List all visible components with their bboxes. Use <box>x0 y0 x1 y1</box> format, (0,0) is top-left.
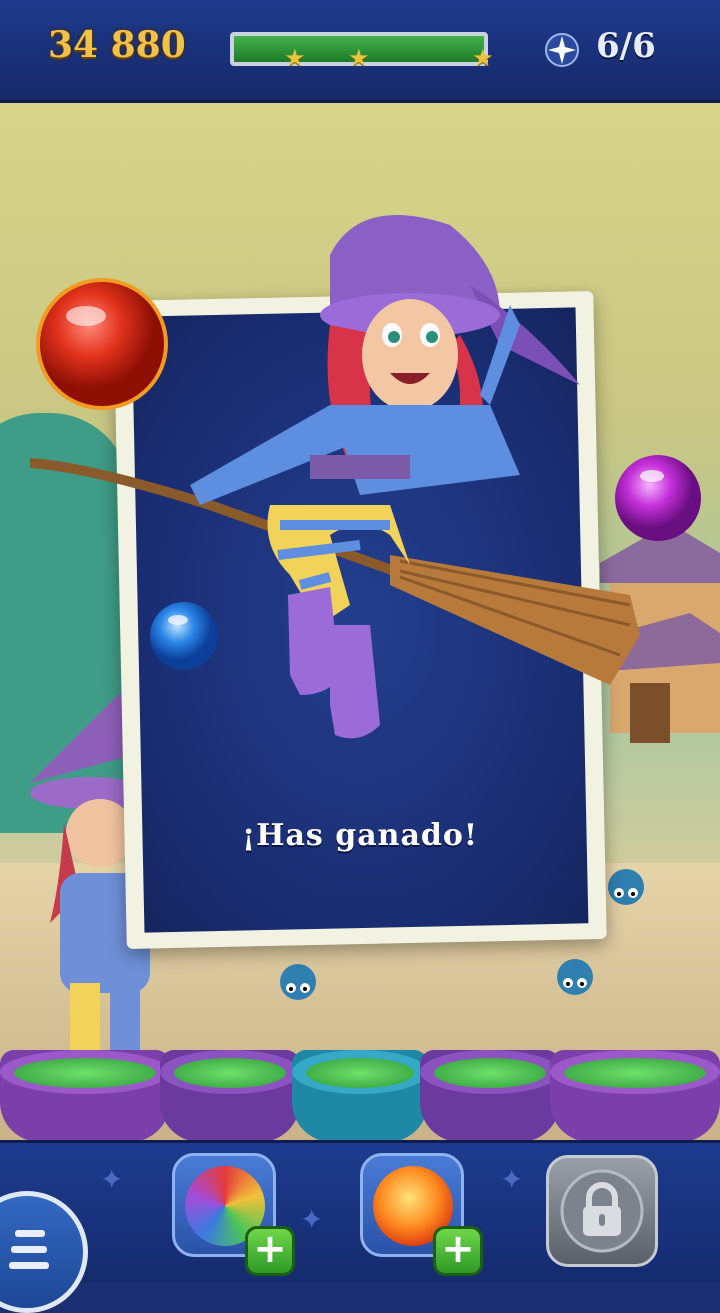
booster-bar: ✦ ✦ ✦ + + <box>0 1140 720 1313</box>
sparkle-icon: ✦ <box>300 1203 324 1236</box>
menu-button[interactable] <box>0 1191 88 1313</box>
padlock-icon <box>560 1169 644 1253</box>
cauldron-3 <box>292 1050 428 1142</box>
red-bubble <box>36 278 168 410</box>
moves-star-icon <box>545 33 579 67</box>
spider-icon <box>557 959 593 995</box>
spider-icon <box>280 964 316 1000</box>
menu-line <box>11 1246 47 1253</box>
cauldron-row <box>0 1042 720 1142</box>
moves-counter: 6/6 <box>596 26 656 66</box>
add-rainbow-booster-button[interactable]: + <box>245 1226 295 1276</box>
top-hud: 34 880 ★ ★ ★ 6/6 <box>0 0 720 103</box>
menu-line <box>9 1262 49 1269</box>
cauldron-5 <box>550 1050 720 1142</box>
win-message: ¡Has ganado! <box>241 818 479 853</box>
sparkle-icon: ✦ <box>100 1163 124 1196</box>
blue-bubble <box>150 602 218 670</box>
cauldron-2 <box>160 1050 300 1142</box>
progress-star-2-icon: ★ <box>348 44 370 72</box>
score-display: 34 880 <box>48 24 186 66</box>
progress-star-1-icon: ★ <box>284 44 306 72</box>
progress-star-3-icon: ★ <box>472 44 494 72</box>
purple-bubble <box>615 455 701 541</box>
cauldron-1 <box>0 1050 170 1142</box>
star-progress-bar: ★ ★ ★ <box>230 32 494 70</box>
sparkle-icon: ✦ <box>500 1163 524 1196</box>
locked-booster-slot[interactable] <box>546 1155 658 1267</box>
menu-line <box>15 1230 45 1237</box>
rainbow-booster-button[interactable]: + <box>172 1153 295 1276</box>
fire-booster-button[interactable]: + <box>360 1153 483 1276</box>
cauldron-4 <box>420 1050 560 1142</box>
add-fire-booster-button[interactable]: + <box>433 1226 483 1276</box>
